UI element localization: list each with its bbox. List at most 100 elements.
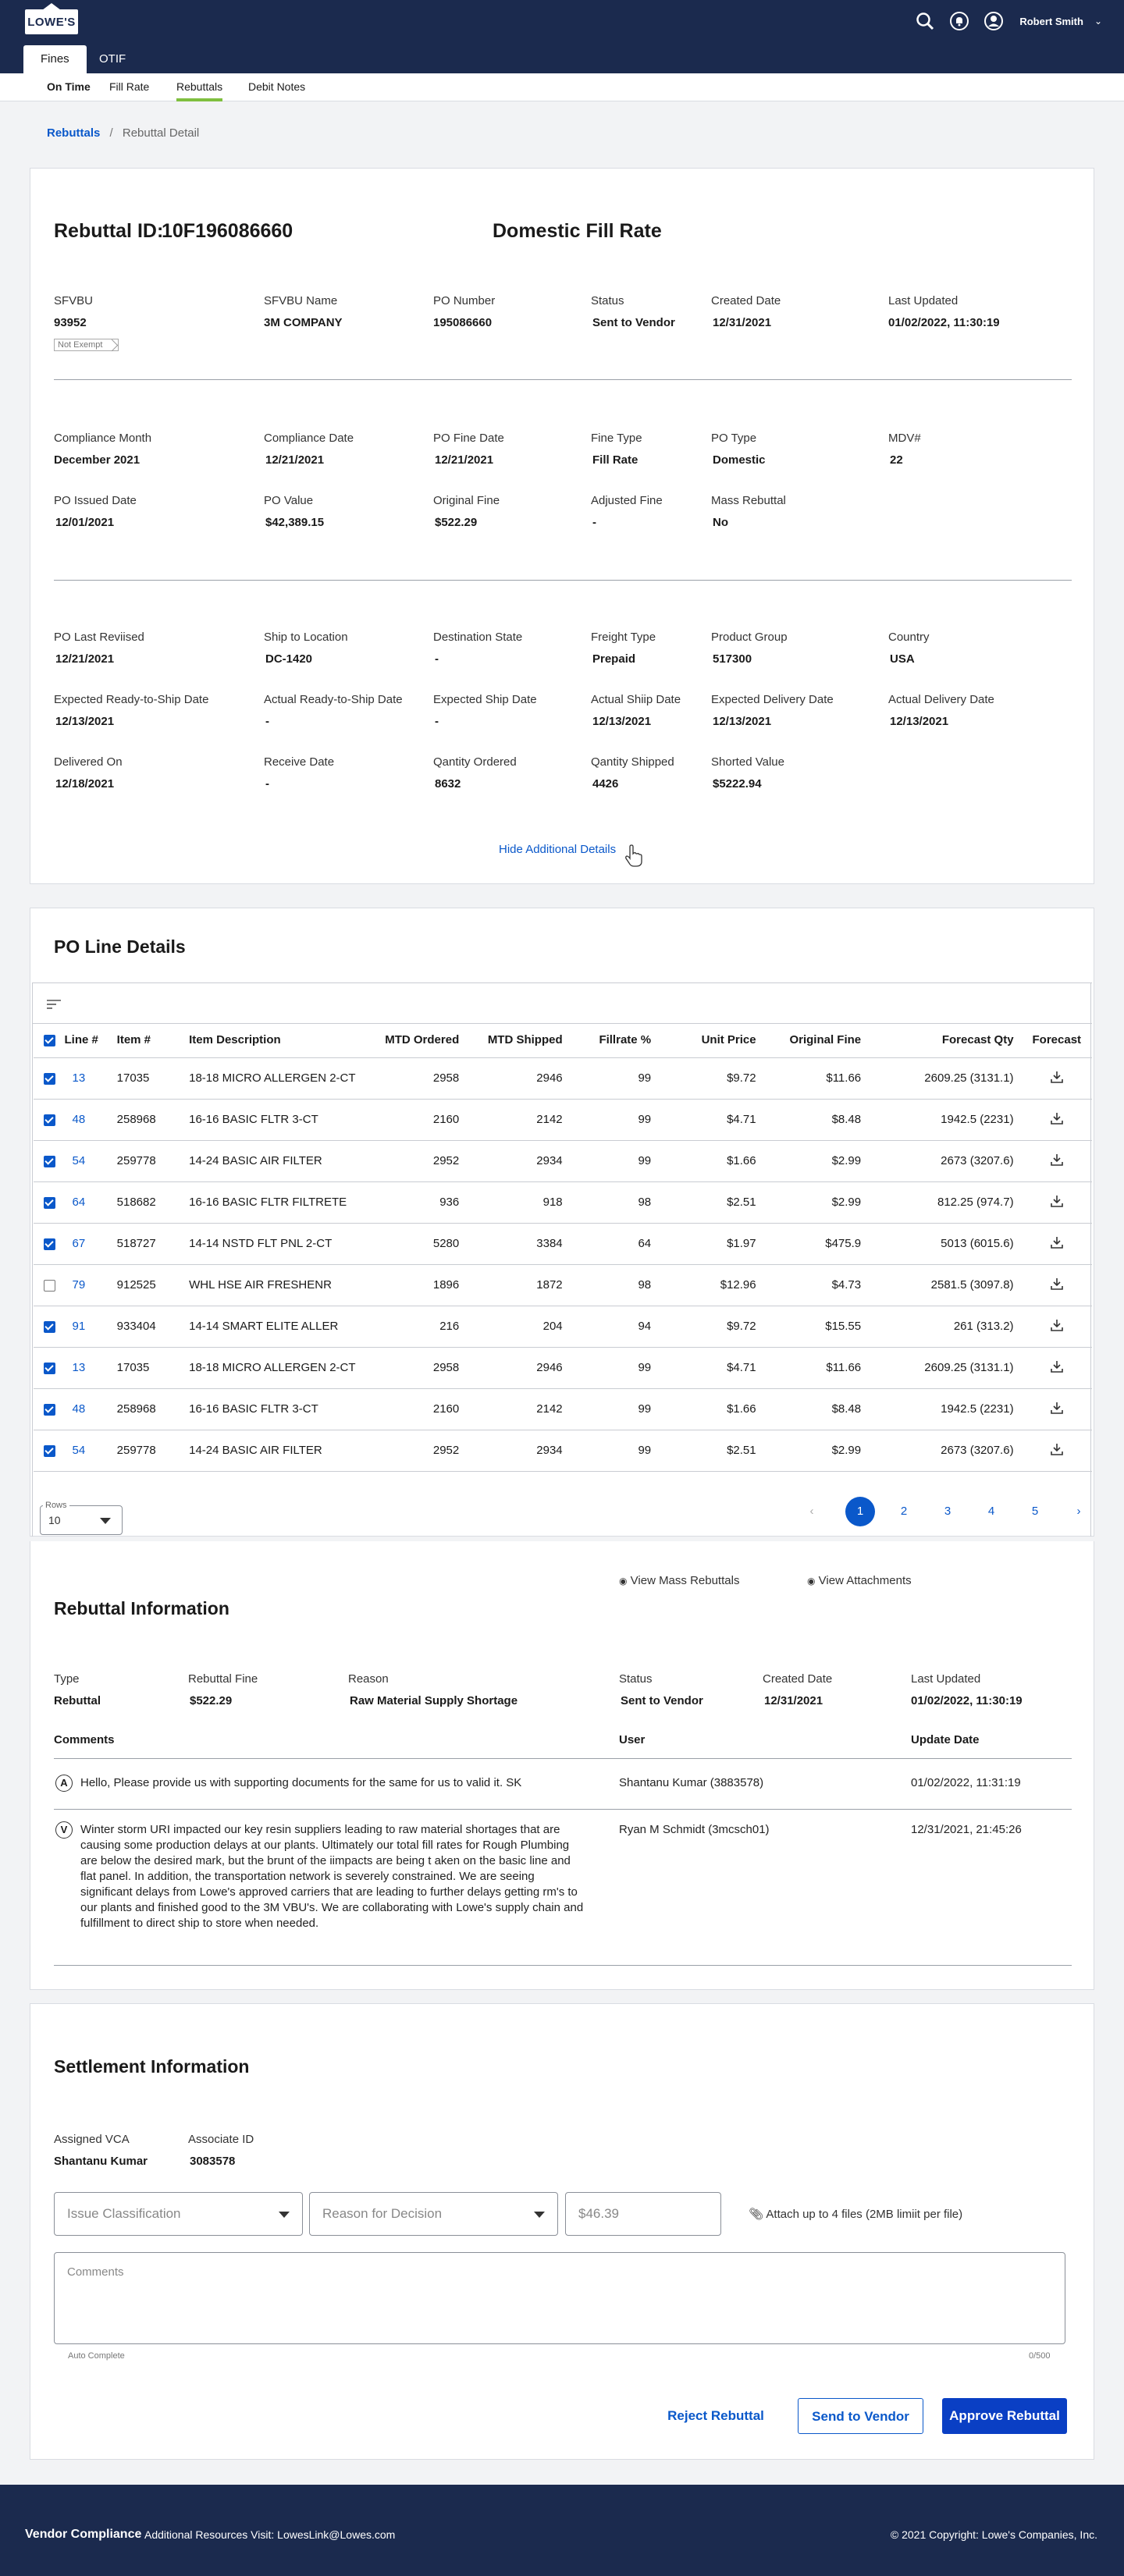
col-forecast[interactable]: Forecast	[1021, 1023, 1092, 1058]
view-mass-rebuttals-link[interactable]: ◉ View Mass Rebuttals	[619, 1574, 739, 1587]
select-all-checkbox[interactable]	[34, 1023, 59, 1058]
table-row[interactable]: 64 518682 16-16 BASIC FLTR FILTRETE 936 918 9…	[34, 1181, 1092, 1224]
table-row[interactable]: 54 259778 14-24 BASIC AIR FILTER 2952 2934 99…	[34, 1430, 1092, 1472]
line-number-link[interactable]: 13	[58, 1057, 109, 1100]
page-5-button[interactable]: 5	[1020, 1497, 1050, 1526]
reason-for-decision-select[interactable]: Reason for Decision	[309, 2192, 558, 2236]
sub-navigation: On Time Fill Rate Rebuttals Debit Notes	[0, 73, 1124, 101]
line-number-link[interactable]: 91	[58, 1306, 109, 1348]
col-forecast-qty[interactable]: Forecast Qty	[869, 1023, 1022, 1058]
footer-resources[interactable]: Additional Resources Visit: LowesLink@Lo…	[144, 2528, 395, 2541]
unit-price: $9.72	[659, 1306, 764, 1348]
comment-text: Hello, Please provide us with supporting…	[80, 1776, 522, 1789]
page-3-button[interactable]: 3	[933, 1497, 962, 1526]
row-checkbox[interactable]	[34, 1057, 59, 1100]
table-row[interactable]: 48 258968 16-16 BASIC FLTR 3-CT 2160 2142 99 $…	[34, 1099, 1092, 1141]
download-icon[interactable]	[1021, 1057, 1092, 1100]
comments-header: Comments	[54, 1733, 115, 1746]
line-number-link[interactable]: 64	[58, 1181, 109, 1224]
previous-page-button[interactable]: ‹	[797, 1497, 827, 1526]
row-checkbox[interactable]	[34, 1223, 59, 1265]
col-fillrate[interactable]: Fillrate %	[570, 1023, 660, 1058]
row-checkbox[interactable]	[34, 1388, 59, 1430]
col-unit-price[interactable]: Unit Price	[659, 1023, 764, 1058]
download-icon[interactable]	[1021, 1306, 1092, 1348]
row-checkbox[interactable]	[34, 1140, 59, 1182]
row-checkbox[interactable]	[34, 1430, 59, 1472]
table-row[interactable]: 91 933404 14-14 SMART ELITE ALLER 216 204 94 $…	[34, 1306, 1092, 1348]
download-icon[interactable]	[1021, 1140, 1092, 1182]
table-row[interactable]: 79 912525 WHL HSE AIR FRESHENR 1896 1872 98 $1…	[34, 1264, 1092, 1306]
lowes-logo[interactable]: LOWE'S	[25, 3, 78, 34]
download-icon[interactable]	[1021, 1388, 1092, 1430]
col-item[interactable]: Item #	[108, 1023, 182, 1058]
view-attachments-link[interactable]: ◉ View Attachments	[807, 1574, 912, 1587]
field-label: Fine Type	[591, 432, 642, 445]
approve-rebuttal-button[interactable]: Approve Rebuttal	[942, 2398, 1067, 2434]
comment-date: 01/02/2022, 11:31:19	[911, 1776, 1021, 1789]
filter-icon[interactable]	[46, 999, 62, 1013]
download-icon[interactable]	[1021, 1430, 1092, 1472]
table-row[interactable]: 67 518727 14-14 NSTD FLT PNL 2-CT 5280 3384 6…	[34, 1223, 1092, 1265]
row-checkbox[interactable]	[34, 1306, 59, 1348]
unit-price: $2.51	[659, 1181, 764, 1224]
table-row[interactable]: 13 17035 18-18 MICRO ALLERGEN 2-CT 2958 2946…	[34, 1057, 1092, 1100]
tab-otif[interactable]: OTIF	[82, 45, 143, 73]
user-name[interactable]: Robert Smith	[1019, 16, 1083, 27]
row-checkbox[interactable]	[34, 1099, 59, 1141]
notification-icon[interactable]	[948, 9, 971, 33]
download-icon[interactable]	[1021, 1264, 1092, 1306]
unit-price: $12.96	[659, 1264, 764, 1306]
field-label: PO Fine Date	[433, 432, 504, 445]
table-row[interactable]: 13 17035 18-18 MICRO ALLERGEN 2-CT 2958 2946…	[34, 1347, 1092, 1389]
col-mtd-shipped[interactable]: MTD Shipped	[467, 1023, 571, 1058]
subnav-debit-notes[interactable]: Debit Notes	[248, 73, 305, 101]
next-page-button[interactable]: ›	[1064, 1497, 1094, 1526]
item-description: WHL HSE AIR FRESHENR	[181, 1264, 373, 1306]
page-2-button[interactable]: 2	[889, 1497, 919, 1526]
table-row[interactable]: 48 258968 16-16 BASIC FLTR 3-CT 2160 2142 99 $…	[34, 1388, 1092, 1430]
attach-files-link[interactable]: 📎︎ Attach up to 4 files (2MB limiit per …	[749, 2207, 962, 2221]
subnav-on-time[interactable]: On Time	[47, 73, 91, 101]
field-label: Qantity Shipped	[591, 755, 674, 769]
download-icon[interactable]	[1021, 1181, 1092, 1224]
breadcrumb-rebuttals-link[interactable]: Rebuttals	[47, 126, 100, 140]
field-value: -	[265, 715, 269, 728]
line-number-link[interactable]: 54	[58, 1140, 109, 1182]
hide-additional-details-link[interactable]: Hide Additional Details	[499, 843, 616, 856]
download-icon[interactable]	[1021, 1099, 1092, 1141]
download-icon[interactable]	[1021, 1347, 1092, 1389]
hand-cursor-icon	[624, 844, 644, 871]
row-checkbox[interactable]	[34, 1264, 59, 1306]
line-number-link[interactable]: 48	[58, 1099, 109, 1141]
reject-rebuttal-button[interactable]: Reject Rebuttal	[661, 2398, 770, 2434]
col-mtd-ordered[interactable]: MTD Ordered	[372, 1023, 468, 1058]
issue-classification-select[interactable]: Issue Classification	[54, 2192, 303, 2236]
download-icon[interactable]	[1021, 1223, 1092, 1265]
col-description[interactable]: Item Description	[181, 1023, 373, 1058]
line-number-link[interactable]: 54	[58, 1430, 109, 1472]
user-icon[interactable]	[982, 9, 1005, 33]
comments-textarea[interactable]: Comments	[54, 2252, 1065, 2344]
amount-input[interactable]: $46.39	[565, 2192, 721, 2236]
line-number-link[interactable]: 13	[58, 1347, 109, 1389]
footer-copyright: © 2021 Copyright: Lowe's Companies, Inc.	[890, 2528, 1097, 2541]
tab-fines[interactable]: Fines	[23, 45, 87, 73]
subnav-rebuttals[interactable]: Rebuttals	[176, 73, 223, 101]
line-number-link[interactable]: 48	[58, 1388, 109, 1430]
fillrate: 94	[570, 1306, 660, 1348]
row-checkbox[interactable]	[34, 1181, 59, 1224]
line-number-link[interactable]: 79	[58, 1264, 109, 1306]
subnav-fill-rate[interactable]: Fill Rate	[109, 73, 149, 101]
page-1-button[interactable]: 1	[845, 1497, 875, 1526]
col-line[interactable]: Line #	[58, 1023, 109, 1058]
col-original-fine[interactable]: Original Fine	[763, 1023, 870, 1058]
row-checkbox[interactable]	[34, 1347, 59, 1389]
chevron-down-icon[interactable]: ⌄	[1094, 16, 1102, 27]
table-row[interactable]: 54 259778 14-24 BASIC AIR FILTER 2952 2934 99…	[34, 1140, 1092, 1182]
page-4-button[interactable]: 4	[976, 1497, 1006, 1526]
send-to-vendor-button[interactable]: Send to Vendor	[798, 2398, 923, 2434]
line-number-link[interactable]: 67	[58, 1223, 109, 1265]
field-label: Product Group	[711, 631, 788, 644]
search-icon[interactable]	[913, 9, 937, 33]
